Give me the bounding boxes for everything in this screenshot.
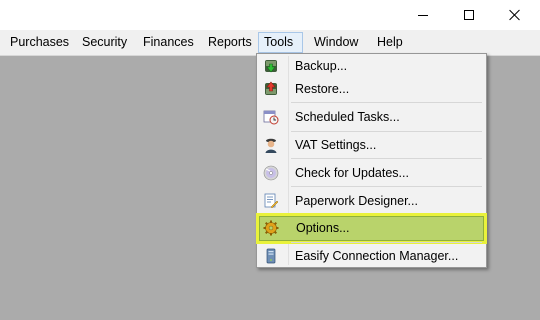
restore-icon [263,81,279,97]
backup-icon [263,58,279,74]
menu-separator [291,186,482,187]
menu-item-label: Backup... [295,59,348,73]
menu-item-label: Paperwork Designer... [295,194,418,208]
maximize-button[interactable] [446,0,492,30]
connection-manager-icon [263,248,279,264]
minimize-icon [418,14,428,16]
menu-item-label: VAT Settings... [295,138,377,152]
menu-separator [291,102,482,103]
menu-item-label: Check for Updates... [295,166,409,180]
menu-item-label: Restore... [295,82,350,96]
menu-help[interactable]: Help [372,32,408,53]
menu-security[interactable]: Security [77,32,132,53]
menu-item-scheduled-tasks[interactable]: Scheduled Tasks... [259,105,484,129]
maximize-icon [464,10,474,20]
paperwork-designer-icon [263,193,279,209]
menu-reports[interactable]: Reports [203,32,257,53]
menu-item-connection-manager[interactable]: Easify Connection Manager... [259,244,484,268]
menu-separator [291,158,482,159]
menu-item-restore[interactable]: Restore... [259,77,484,101]
scheduled-tasks-icon [263,109,279,125]
close-icon [509,9,521,21]
menu-window[interactable]: Window [309,32,363,53]
menu-item-backup[interactable]: Backup... [259,54,484,78]
minimize-button[interactable] [400,0,446,30]
tools-dropdown-menu: Backup... Restore... Scheduled Tasks... [256,53,487,268]
menu-item-vat-settings[interactable]: VAT Settings... [259,133,484,157]
menu-finances[interactable]: Finances [138,32,199,53]
menu-tools[interactable]: Tools [258,32,303,53]
title-bar [0,0,540,30]
menu-purchases[interactable]: Purchases [5,32,74,53]
menu-item-label: Options... [296,221,350,235]
menu-item-options[interactable]: Options... [259,216,484,241]
menu-item-check-updates[interactable]: Check for Updates... [259,161,484,185]
menu-item-label: Easify Connection Manager... [295,249,459,263]
menu-item-paperwork-designer[interactable]: Paperwork Designer... [259,189,484,213]
menu-item-label: Scheduled Tasks... [295,110,400,124]
options-gear-icon [263,220,279,236]
menu-separator [291,214,482,215]
vat-settings-icon [263,137,279,153]
close-button[interactable] [492,0,538,30]
check-updates-icon [263,165,279,181]
menu-separator [291,242,482,243]
menu-separator [291,131,482,132]
